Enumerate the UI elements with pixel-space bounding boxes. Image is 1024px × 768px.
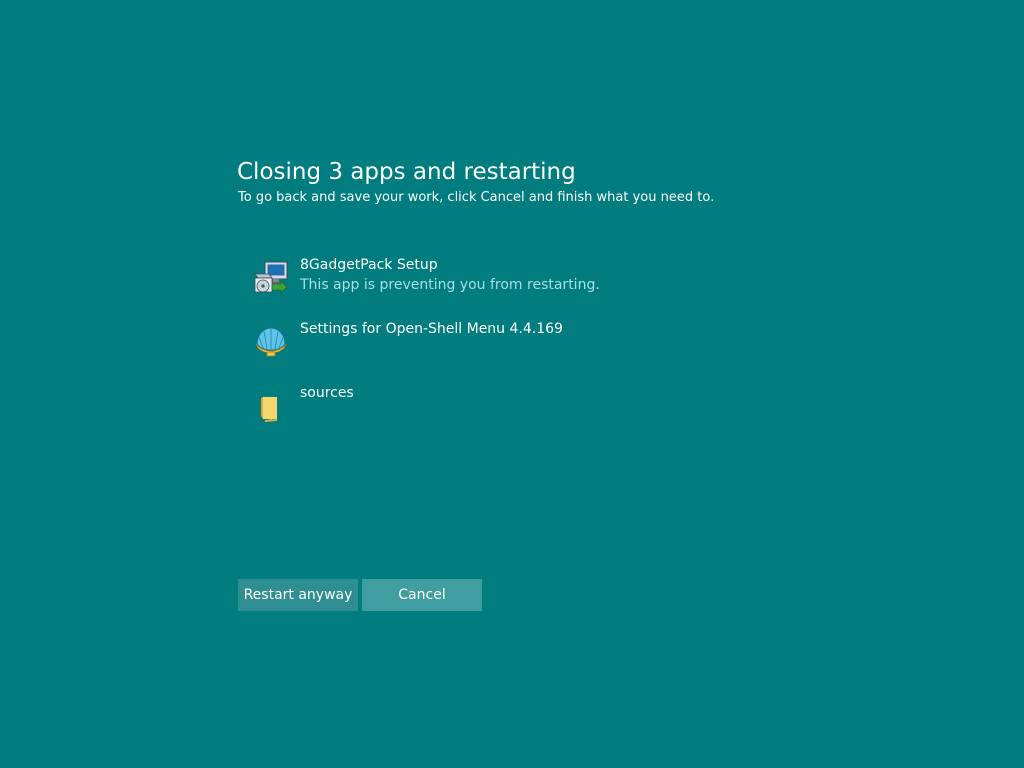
list-item: 8GadgetPack Setup This app is preventing… xyxy=(252,254,852,318)
folder-icon xyxy=(261,397,277,422)
blocking-app-list: 8GadgetPack Setup This app is preventing… xyxy=(252,254,852,446)
app-name: 8GadgetPack Setup xyxy=(300,257,438,273)
page-title: Closing 3 apps and restarting xyxy=(237,159,576,185)
app-name: sources xyxy=(300,385,354,401)
list-item: sources xyxy=(252,382,852,446)
app-name: Settings for Open-Shell Menu 4.4.169 xyxy=(300,321,563,337)
restart-blocking-screen: Closing 3 apps and restarting To go back… xyxy=(0,0,1024,768)
list-item: Settings for Open-Shell Menu 4.4.169 xyxy=(252,318,852,382)
action-buttons: Restart anyway Cancel xyxy=(238,579,482,611)
installer-icon xyxy=(254,261,288,294)
restart-anyway-button[interactable]: Restart anyway xyxy=(238,579,358,611)
page-subtitle: To go back and save your work, click Can… xyxy=(238,190,715,205)
open-shell-icon xyxy=(255,327,287,357)
cancel-button[interactable]: Cancel xyxy=(362,579,482,611)
app-status: This app is preventing you from restarti… xyxy=(300,277,600,293)
